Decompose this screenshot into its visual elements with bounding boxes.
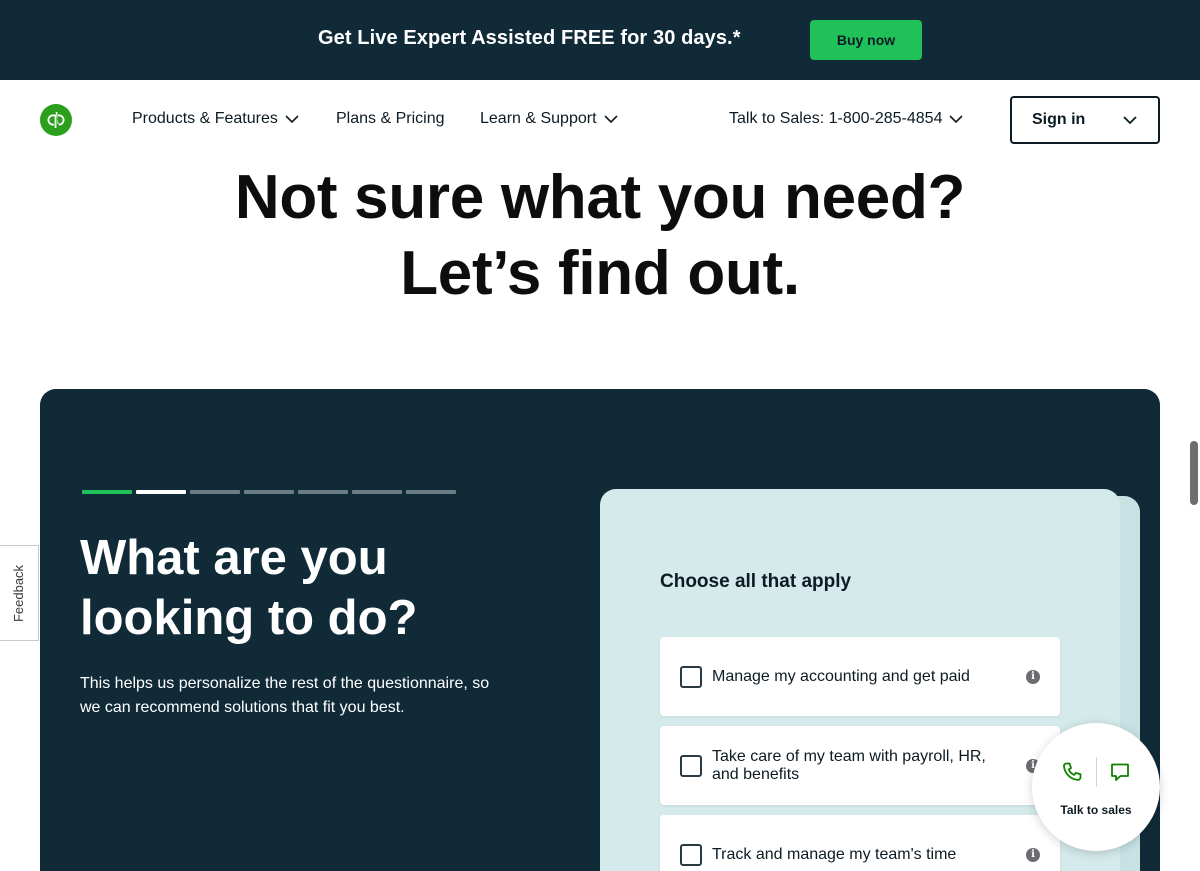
phone-icon[interactable] [1060,760,1084,784]
progress-step [190,490,240,494]
talk-to-sales-dropdown[interactable]: Talk to Sales: 1-800-285-4854 [729,110,964,128]
talk-to-sales-widget[interactable]: Talk to sales [1032,723,1160,851]
progress-step [244,490,294,494]
nav-item-label: Products & Features [132,110,278,127]
feedback-label: Feedback [11,564,27,622]
chevron-down-icon [603,115,618,124]
nav-learn-support[interactable]: Learn & Support [480,110,619,128]
info-icon[interactable]: i [1026,847,1040,862]
option-label: Manage my accounting and get paid [712,667,970,685]
divider [1096,757,1097,787]
promo-text: Get Live Expert Assisted FREE for 30 day… [318,27,741,49]
main-nav: Products & Features Plans & Pricing Lear… [0,80,1200,160]
checkbox[interactable] [680,754,702,777]
quickbooks-logo[interactable] [40,104,72,136]
chevron-down-icon [949,115,964,124]
card-heading: Choose all that apply [660,571,852,592]
option-label: Take care of my team with payroll, HR, a… [712,747,986,783]
hero-line-1: Not sure what you need? [234,163,966,232]
progress-step [136,490,186,494]
sales-phone: Talk to Sales: 1-800-285-4854 [729,110,943,127]
chevron-down-icon [1123,116,1137,125]
question-title: What are you looking to do? [80,531,418,645]
option-track-time[interactable]: Track and manage my team's time i [660,815,1060,871]
sign-in-button[interactable]: Sign in [1010,96,1160,144]
buy-now-button[interactable]: Buy now [810,20,922,60]
info-icon[interactable]: i [1026,669,1040,684]
option-label: Track and manage my team's time [712,845,957,863]
option-manage-accounting[interactable]: Manage my accounting and get paid i [660,637,1060,716]
nav-plans-pricing[interactable]: Plans & Pricing [336,110,445,128]
hero-line-2: Let’s find out. [400,239,800,308]
progress-step [82,490,132,494]
progress-step [298,490,348,494]
nav-item-label: Plans & Pricing [336,110,445,127]
progress-step [352,490,402,494]
nav-products-features[interactable]: Products & Features [132,110,300,128]
progress-indicator [82,490,456,494]
question-subtitle: This helps us personalize the rest of th… [80,675,490,716]
option-payroll-hr[interactable]: Take care of my team with payroll, HR, a… [660,726,1060,805]
nav-item-label: Learn & Support [480,110,597,127]
progress-step [406,490,456,494]
checkbox[interactable] [680,665,702,688]
page-title: Not sure what you need? Let’s find out. [0,160,1200,312]
checkbox[interactable] [680,843,702,866]
qb-logo-icon [47,112,65,128]
talk-to-sales-label: Talk to sales [1060,803,1132,817]
feedback-tab[interactable]: Feedback [0,545,39,641]
sign-in-label: Sign in [1032,111,1086,128]
promo-banner: Get Live Expert Assisted FREE for 30 day… [0,0,1200,80]
chat-icon[interactable] [1108,760,1132,784]
chevron-down-icon [285,115,299,124]
scrollbar-thumb[interactable] [1190,441,1198,505]
